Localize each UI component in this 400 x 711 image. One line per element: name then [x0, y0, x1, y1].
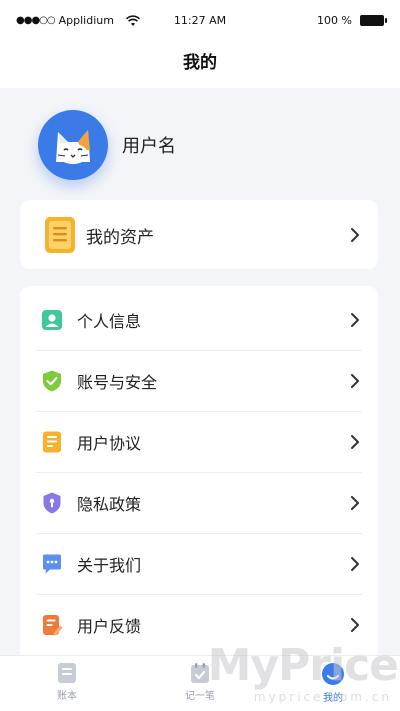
menu-item-user-agreement[interactable]: 用户协议 [20, 418, 378, 466]
divider [36, 472, 362, 473]
assets-row[interactable]: 我的资产 [20, 216, 378, 254]
chevron-right-icon [351, 557, 359, 571]
menu-item-privacy-policy[interactable]: 隐私政策 [20, 479, 378, 527]
chevron-right-icon [351, 618, 359, 632]
shield-check-icon [43, 370, 61, 392]
battery-percent: 100 % [317, 14, 352, 27]
watermark-url: myprice.com.cn [253, 690, 392, 704]
menu-item-label: 用户协议 [77, 434, 142, 453]
ledger-icon [58, 663, 76, 683]
watermark-logo: MyPrice [207, 640, 399, 691]
feedback-icon [43, 615, 63, 636]
menu-item-account-security[interactable]: 账号与安全 [20, 357, 378, 405]
divider [36, 594, 362, 595]
id-card-icon [42, 310, 62, 330]
divider [36, 533, 362, 534]
menu-item-personal-info[interactable]: 个人信息 [20, 296, 378, 344]
privacy-shield-icon [43, 492, 61, 514]
page-title: 我的 [0, 40, 400, 88]
menu-item-label: 账号与安全 [77, 373, 158, 392]
settings-menu: 个人信息 账号与安全 用户协议 隐私政策 关于我们 用户反馈 [20, 286, 378, 666]
menu-item-label: 隐私政策 [77, 495, 142, 514]
profile-header[interactable]: 用户名 [38, 110, 176, 180]
username: 用户名 [122, 136, 176, 157]
chevron-right-icon [351, 313, 359, 327]
chevron-right-icon [351, 374, 359, 388]
chat-bubble-icon [43, 554, 61, 574]
avatar[interactable] [38, 110, 108, 180]
divider [36, 350, 362, 351]
menu-item-label: 用户反馈 [77, 617, 142, 636]
assets-label: 我的资产 [86, 227, 154, 248]
status-right: 100 % [317, 14, 387, 27]
wallet-icon [45, 217, 75, 253]
assets-card[interactable]: 我的资产 [20, 200, 378, 269]
divider [36, 411, 362, 412]
status-bar: ●●●○○ Applidium 11:27 AM 100 % [0, 0, 400, 40]
battery-icon [360, 15, 387, 26]
menu-item-about-us[interactable]: 关于我们 [20, 540, 378, 588]
menu-item-label: 个人信息 [77, 312, 142, 331]
tab-label: 记一笔 [185, 691, 215, 702]
tab-label: 账本 [57, 691, 77, 702]
cat-avatar-icon [56, 130, 90, 164]
menu-item-label: 关于我们 [77, 556, 142, 575]
chevron-right-icon [351, 496, 359, 510]
chevron-right-icon [351, 435, 359, 449]
document-icon [43, 431, 61, 453]
tab-ledger[interactable]: 账本 [27, 662, 107, 702]
chevron-right-icon [351, 228, 359, 242]
